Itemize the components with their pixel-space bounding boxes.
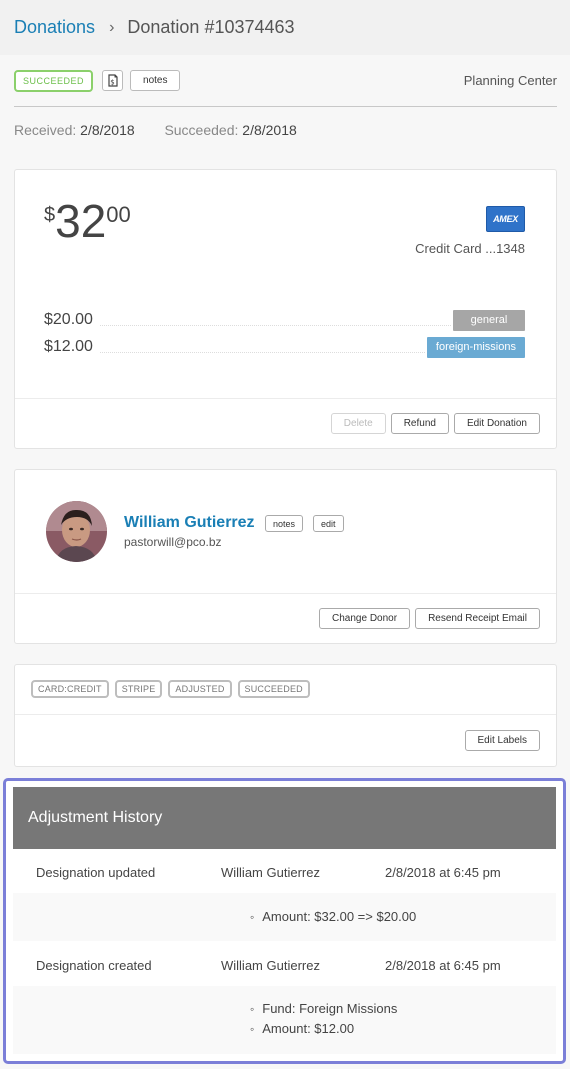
change-donor-button[interactable]: Change Donor (319, 608, 411, 629)
donor-card: William Gutierrez notes edit pastorwill@… (14, 469, 557, 644)
history-timestamp: 2/8/2018 at 6:45 pm (385, 865, 501, 880)
svg-text:$: $ (110, 79, 114, 87)
payment-method: Credit Card ...1348 (415, 241, 525, 256)
succeeded-date: 2/8/2018 (242, 122, 297, 138)
delete-button[interactable]: Delete (330, 413, 386, 434)
history-action: Designation updated (36, 865, 156, 880)
labels-card: CARD:CREDIT STRIPE ADJUSTED SUCCEEDED Ed… (14, 664, 557, 767)
label-list: CARD:CREDIT STRIPE ADJUSTED SUCCEEDED (31, 680, 316, 698)
edit-labels-button[interactable]: Edit Labels (464, 730, 540, 751)
label-tag: STRIPE (114, 680, 163, 698)
history-details: Fund: Foreign Missions Amount: $12.00 (13, 986, 556, 1054)
avatar (46, 501, 107, 562)
adjustment-history-title: Adjustment History (13, 787, 556, 849)
donation-toolbar: SUCCEEDED $ notes Planning Center (14, 70, 557, 107)
amount-cents: 00 (106, 202, 131, 227)
donor-name-link[interactable]: William Gutierrez (124, 514, 255, 532)
received-date: 2/8/2018 (80, 122, 135, 138)
label-tag: SUCCEEDED (237, 680, 310, 698)
organization-name: Planning Center (463, 73, 557, 88)
history-timestamp: 2/8/2018 at 6:45 pm (385, 958, 501, 973)
edit-donation-button[interactable]: Edit Donation (453, 413, 540, 434)
history-detail-item: Amount: $32.00 => $20.00 (250, 907, 416, 927)
history-details: Amount: $32.00 => $20.00 (13, 893, 556, 941)
history-detail-item: Amount: $12.00 (250, 1019, 397, 1039)
adjustment-history-panel: Adjustment History Designation updated W… (3, 778, 566, 1064)
refund-button[interactable]: Refund (390, 413, 449, 434)
resend-receipt-button[interactable]: Resend Receipt Email (415, 608, 540, 629)
page-title: Donation #10374463 (127, 17, 295, 37)
donor-notes-button[interactable]: notes (265, 515, 304, 532)
label-tag: ADJUSTED (168, 680, 232, 698)
fund-tag-foreign-missions: foreign-missions (426, 336, 525, 358)
donation-amount: $3200 (44, 198, 131, 244)
status-badge: SUCCEEDED (14, 70, 94, 92)
notes-button[interactable]: notes (130, 70, 181, 91)
succeeded-label: Succeeded: (164, 122, 239, 138)
breadcrumb: Donations › Donation #10374463 (0, 0, 570, 55)
donation-dates: Received: 2/8/2018 Succeeded: 2/8/2018 (14, 122, 297, 138)
receipt-dollar-icon[interactable]: $ (102, 70, 124, 91)
breadcrumb-separator: › (109, 18, 115, 36)
designation-amount: $20.00 (44, 311, 93, 328)
breadcrumb-donations-link[interactable]: Donations (14, 17, 95, 38)
history-user: William Gutierrez (221, 865, 320, 880)
amex-card-icon: AMEX (486, 206, 525, 232)
history-user: William Gutierrez (221, 958, 320, 973)
fund-tag-general: general (453, 309, 525, 331)
donor-email: pastorwill@pco.bz (124, 535, 222, 549)
history-detail-item: Fund: Foreign Missions (250, 999, 397, 1019)
donation-amount-card: $3200 AMEX Credit Card ...1348 $20.00 ge… (14, 169, 557, 449)
donation-actions: Delete Refund Edit Donation (15, 398, 556, 448)
designation-row: $20.00 general (44, 309, 525, 331)
received-label: Received: (14, 122, 77, 138)
label-tag: CARD:CREDIT (31, 680, 109, 698)
designation-row: $12.00 foreign-missions (44, 336, 525, 358)
amount-whole: 32 (55, 195, 107, 247)
designation-amount: $12.00 (44, 338, 93, 355)
donor-edit-button[interactable]: edit (313, 515, 344, 532)
labels-actions: Edit Labels (15, 714, 556, 766)
history-action: Designation created (36, 958, 152, 973)
amount-currency: $ (44, 204, 56, 226)
donor-actions: Change Donor Resend Receipt Email (15, 593, 556, 643)
